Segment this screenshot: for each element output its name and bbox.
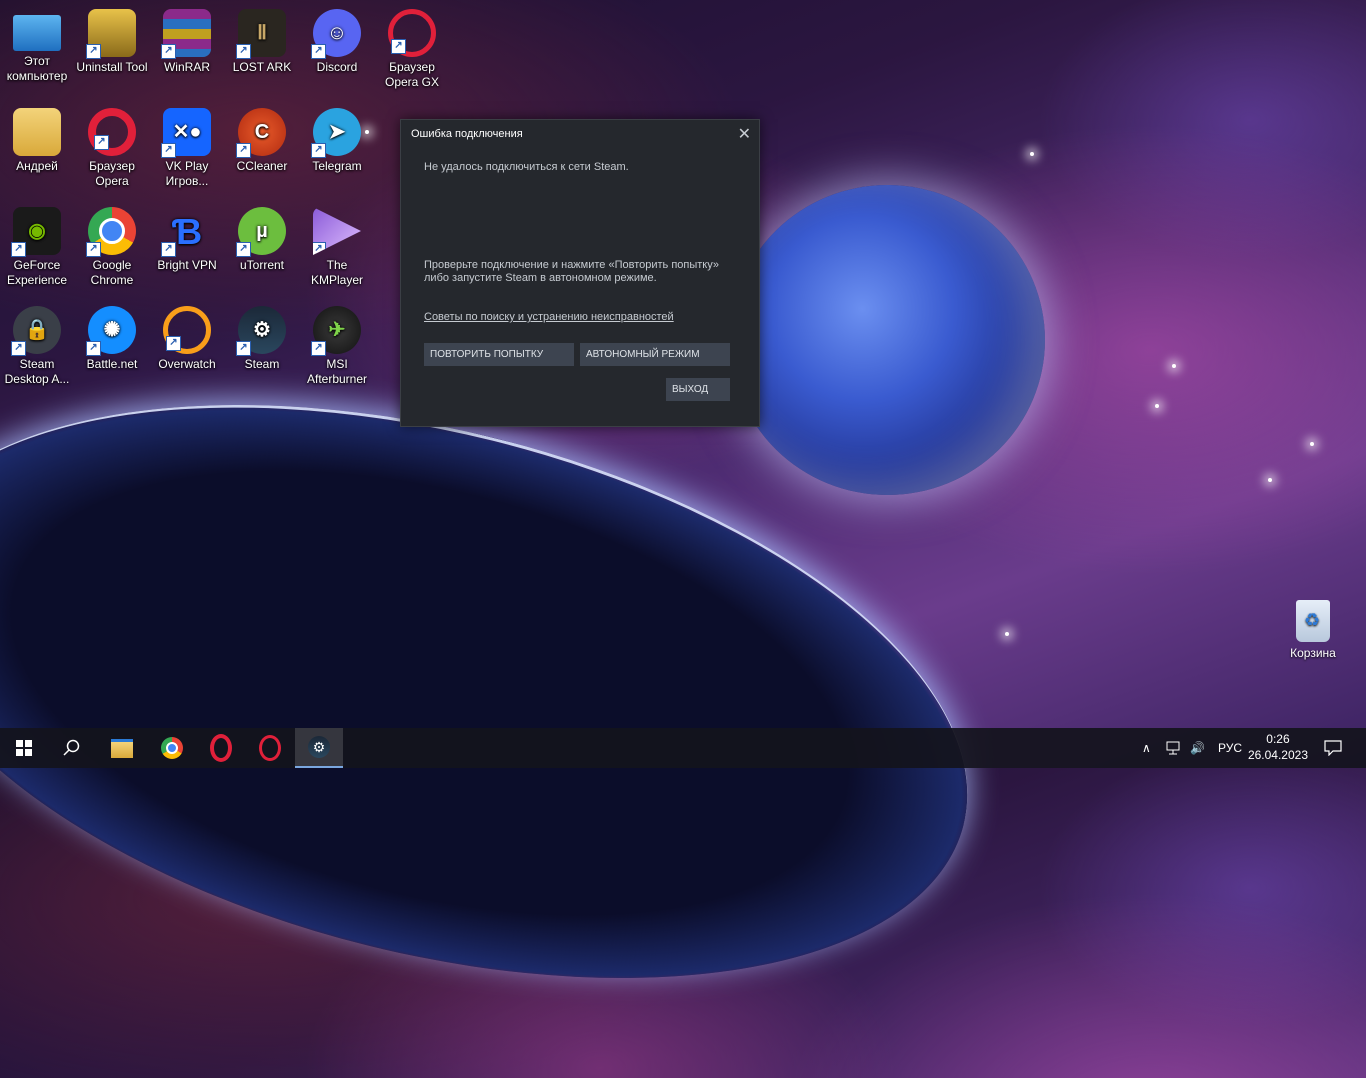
dialog-title: Ошибка подключения [411, 128, 523, 140]
desktop-icon-telegram[interactable]: ➤ ↗ Telegram [300, 102, 374, 174]
uninstall-tool-icon: ↗ [86, 9, 136, 59]
telegram-icon: ➤ ↗ [311, 108, 361, 158]
opera-icon: ↗ [88, 108, 136, 156]
desktop-icon-steam-desktop-auth[interactable]: 🔒 ↗ Steam Desktop A... [0, 300, 74, 387]
star [1005, 632, 1009, 636]
notifications-button[interactable] [1324, 728, 1342, 768]
exit-button[interactable]: ВЫХОД [666, 378, 730, 401]
windows-icon [16, 740, 32, 756]
desktop-icon-steam[interactable]: ⚙ ↗ Steam [225, 300, 299, 372]
folder-icon [111, 738, 133, 758]
star [1030, 152, 1034, 156]
close-icon[interactable]: ✕ [738, 124, 751, 144]
msi-afterburner-icon: ✈ ↗ [311, 306, 361, 356]
desktop-icon-utorrent[interactable]: µ ↗ uTorrent [225, 201, 299, 273]
opera-gx-icon [259, 735, 281, 761]
desktop-icon-msi-afterburner[interactable]: ✈ ↗ MSI Afterburner [300, 300, 374, 387]
desktop-icon-opera[interactable]: ↗ Браузер Opera [75, 102, 149, 189]
chevron-up-icon: ∧ [1142, 741, 1151, 755]
desktop-icon-geforce-experience[interactable]: ◉ ↗ GeForce Experience [0, 201, 74, 288]
desktop-icon-winrar[interactable]: ↗ WinRAR [150, 3, 224, 75]
desktop-icon-discord[interactable]: ☺ ↗ Discord [300, 3, 374, 75]
desktop-icon-kmplayer[interactable]: ↗ The KMPlayer [300, 201, 374, 288]
steam-icon: ⚙ ↗ [236, 306, 286, 356]
opera-icon [210, 734, 232, 762]
taskbar-explorer[interactable] [98, 728, 146, 768]
star [1310, 442, 1314, 446]
desktop-icon-recycle-bin[interactable]: Корзина [1283, 600, 1343, 660]
start-button[interactable] [0, 728, 48, 768]
desktop-icon-chrome[interactable]: ↗ Google Chrome [75, 201, 149, 288]
computer-icon [13, 15, 61, 51]
utorrent-icon: µ ↗ [236, 207, 286, 257]
error-message: Не удалось подключиться к сети Steam. [424, 161, 629, 173]
desktop-icon-ccleaner[interactable]: C ↗ CCleaner [225, 102, 299, 174]
opera-gx-icon: ↗ [388, 9, 436, 57]
network-status[interactable] [1166, 728, 1182, 768]
volume-control[interactable]: 🔊 [1190, 728, 1205, 768]
star [1155, 404, 1159, 408]
desktop-icon-bright-vpn[interactable]: Ɓ ↗ Bright VPN [150, 201, 224, 273]
troubleshooting-link[interactable]: Советы по поиску и устранению неисправно… [424, 311, 674, 323]
user-folder-icon [13, 108, 61, 156]
lost-ark-icon: Ⅱ ↗ [236, 9, 286, 59]
search-button[interactable] [48, 728, 96, 768]
search-icon [63, 739, 80, 756]
desktop-icon-battle-net[interactable]: ✺ ↗ Battle.net [75, 300, 149, 372]
language-indicator[interactable]: РУС [1218, 728, 1242, 768]
notification-icon [1324, 740, 1342, 756]
taskbar-steam[interactable]: ⚙ [295, 728, 343, 768]
recycle-bin-icon [1296, 600, 1330, 642]
planet-image [730, 185, 1045, 495]
steam-icon: ⚙ [308, 736, 330, 758]
desktop-icon-lost-ark[interactable]: Ⅱ ↗ LOST ARK [225, 3, 299, 75]
desktop-icon-this-pc[interactable]: Этот компьютер [0, 3, 74, 84]
lock-icon: 🔒 ↗ [11, 306, 61, 356]
desktop-icon-uninstall-tool[interactable]: ↗ Uninstall Tool [75, 3, 149, 75]
clock-time: 0:26 [1266, 732, 1290, 746]
ccleaner-icon: C ↗ [236, 108, 286, 158]
taskbar-opera-gx[interactable] [246, 728, 294, 768]
bright-vpn-icon: Ɓ ↗ [161, 207, 211, 257]
star [1268, 478, 1272, 482]
retry-button[interactable]: ПОВТОРИТЬ ПОПЫТКУ [424, 343, 574, 366]
kmplayer-icon: ↗ [313, 207, 361, 255]
desktop-icon-vk-play[interactable]: ✕● ↗ VK Play Игров... [150, 102, 224, 189]
overwatch-icon: ↗ [163, 306, 211, 354]
taskbar-chrome[interactable] [148, 728, 196, 768]
network-icon [1166, 741, 1180, 755]
speaker-icon: 🔊 [1190, 741, 1205, 755]
desktop-icon-user-folder[interactable]: Андрей [0, 102, 74, 174]
taskbar-opera[interactable] [197, 728, 245, 768]
chrome-icon [161, 737, 183, 759]
taskbar: ⚙ ∧ 🔊 РУС 0:26 26.04.2023 [0, 728, 1366, 768]
connection-error-dialog: Ошибка подключения ✕ Не удалось подключи… [400, 119, 760, 427]
show-hidden-icons[interactable]: ∧ [1142, 728, 1151, 768]
star [1172, 364, 1176, 368]
desktop-icon-opera-gx[interactable]: ↗ Браузер Opera GX [375, 3, 449, 90]
desktop-icon-overwatch[interactable]: ↗ Overwatch [150, 300, 224, 372]
hint-text: Проверьте подключение и нажмите «Повтори… [424, 259, 719, 284]
vk-play-icon: ✕● ↗ [161, 108, 211, 158]
clock-date: 26.04.2023 [1247, 748, 1308, 762]
offline-mode-button[interactable]: АВТОНОМНЫЙ РЕЖИМ [580, 343, 730, 366]
winrar-icon: ↗ [161, 9, 211, 59]
discord-icon: ☺ ↗ [311, 9, 361, 59]
clock[interactable]: 0:26 26.04.2023 [1248, 731, 1308, 763]
battle-net-icon: ✺ ↗ [86, 306, 136, 356]
nvidia-icon: ◉ ↗ [11, 207, 61, 257]
chrome-icon: ↗ [86, 207, 136, 257]
